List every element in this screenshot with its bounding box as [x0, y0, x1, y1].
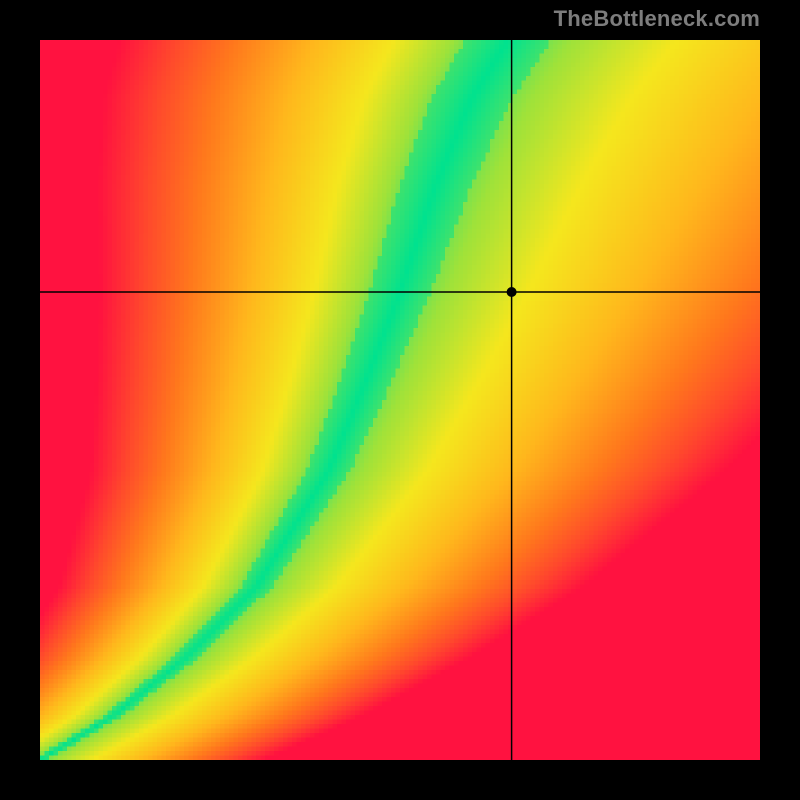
chart-frame: TheBottleneck.com — [0, 0, 800, 800]
marker-dot — [507, 287, 517, 297]
watermark-text: TheBottleneck.com — [554, 6, 760, 32]
plot-area — [40, 40, 760, 760]
overlay-svg — [40, 40, 760, 760]
